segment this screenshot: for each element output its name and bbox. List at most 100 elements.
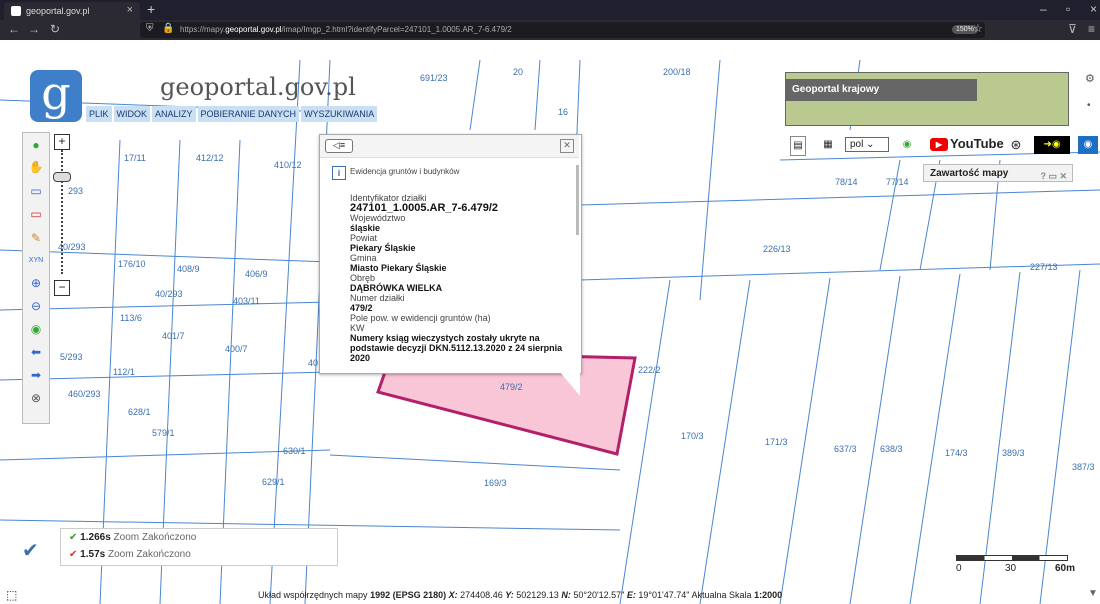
- parcel-attributes: Identyfikator działki 247101_1.0005.AR_7…: [350, 193, 570, 363]
- zoom-slider[interactable]: + −: [52, 132, 72, 307]
- parcel-label: 171/3: [765, 437, 788, 447]
- accessibility-icon[interactable]: ⊛: [1008, 136, 1024, 154]
- menu-analizy[interactable]: ANALIZY: [152, 106, 196, 122]
- parcel-label: 389/3: [1002, 448, 1025, 458]
- globe-icon[interactable]: ◉: [28, 321, 44, 337]
- e-label: E:: [626, 590, 636, 600]
- forward-icon[interactable]: →: [28, 22, 40, 36]
- menu-widok[interactable]: WIDOK: [113, 106, 151, 122]
- minimap-title: Geoportal krajowy: [786, 79, 977, 101]
- parcel-label: 408/9: [177, 264, 200, 274]
- deselect-area-icon[interactable]: ▭: [28, 206, 44, 222]
- menu-plik[interactable]: PLIK: [86, 106, 112, 122]
- address-bar[interactable]: ⛨ 🔒 https://mapy.geoportal.gov.pl/imap/I…: [140, 22, 985, 38]
- parcel-label: 77/14: [886, 177, 909, 187]
- xyn-tool-icon[interactable]: XYN: [28, 253, 44, 269]
- maximize-icon[interactable]: ▫: [1066, 2, 1070, 16]
- favicon-icon: [11, 6, 21, 16]
- layers-panel-header[interactable]: Zawartość mapy ? ▭ ✕: [923, 164, 1073, 182]
- select-area-icon[interactable]: ▭: [28, 183, 44, 199]
- parcel-id-value: 247101_1.0005.AR_7-6.479/2: [350, 202, 499, 214]
- settings-icon[interactable]: ⚙: [1085, 72, 1095, 85]
- back-icon[interactable]: ←: [8, 22, 20, 36]
- parcel-label: 479/2: [500, 382, 523, 392]
- parcel-label: 17/11: [124, 153, 146, 163]
- language-value: pol: [850, 139, 864, 150]
- field-label: Gmina: [350, 253, 377, 263]
- info-tool-icon[interactable]: ●: [28, 137, 44, 153]
- warning-check-icon: ✔: [69, 549, 78, 560]
- print-icon[interactable]: ▤: [790, 136, 806, 156]
- reload-icon[interactable]: ↻: [50, 22, 60, 36]
- arrow-back-icon[interactable]: ⬅: [28, 344, 44, 360]
- parcel-label: 630/1: [283, 446, 306, 456]
- zoom-minus-button[interactable]: −: [54, 280, 70, 296]
- crs-value: 1992 (EPSG 2180): [370, 590, 447, 600]
- youtube-link[interactable]: ▶ YouTube: [930, 136, 1004, 154]
- target-icon[interactable]: ⊗: [28, 390, 44, 406]
- e-value: 19°01'47.74": [638, 590, 690, 600]
- popup-back-button[interactable]: ◁≡: [325, 139, 353, 153]
- help-icon[interactable]: ◉: [900, 136, 914, 154]
- y-label: Y:: [505, 590, 514, 600]
- youtube-label: YouTube: [950, 136, 1004, 151]
- geoportal-logo[interactable]: g: [30, 70, 82, 122]
- popup-scrollbar[interactable]: [576, 165, 579, 235]
- parcel-label: 40/293: [155, 289, 183, 299]
- main-menu: PLIK WIDOK ANALIZY POBIERANIE DANYCH WYSZUKI…: [86, 106, 379, 122]
- tab-close-icon[interactable]: ×: [127, 4, 133, 16]
- status-check-icon[interactable]: ✔: [22, 538, 52, 568]
- request-status-log: ✔ 1.266s Zoom Zakończono ✔ 1.57s Zoom Za…: [60, 528, 338, 566]
- pocket-icon[interactable]: ⊽: [1068, 22, 1077, 36]
- parcel-label: 460/293: [68, 389, 101, 399]
- popup-header: ◁≡ ✕: [320, 135, 579, 158]
- menu-pobieranie-danych[interactable]: POBIERANIE DANYCH: [197, 106, 300, 122]
- lock-icon: 🔒: [162, 23, 175, 34]
- parcel-label: 78/14: [835, 177, 858, 187]
- pencil-icon[interactable]: ✎: [28, 230, 44, 246]
- more-dot-icon[interactable]: •: [1087, 100, 1091, 111]
- eye-icon[interactable]: ◉: [1078, 136, 1098, 154]
- arrow-forward-icon[interactable]: ➡: [28, 367, 44, 383]
- parcel-label: 401/7: [162, 331, 185, 341]
- popup-tail: [560, 372, 580, 396]
- parcel-label: 412/12: [196, 153, 224, 163]
- parcel-label: 200/18: [663, 67, 691, 77]
- parcel-label: 170/3: [681, 431, 704, 441]
- parcel-label: 226/13: [763, 244, 791, 254]
- popup-source-title: Ewidencja gruntów i budynków: [350, 167, 460, 176]
- popup-close-button[interactable]: ✕: [560, 139, 574, 153]
- minimize-icon[interactable]: –: [1040, 2, 1047, 16]
- tab-title: geoportal.gov.pl: [26, 6, 90, 16]
- site-title: geoportal.gov.pl: [160, 73, 356, 101]
- parcel-label: 20: [513, 67, 524, 77]
- window-close-icon[interactable]: ×: [1090, 2, 1097, 16]
- new-tab-button[interactable]: +: [147, 1, 155, 17]
- menu-icon[interactable]: ≡: [1088, 22, 1095, 36]
- wms-icon[interactable]: ▦: [820, 136, 836, 154]
- overview-minimap[interactable]: Geoportal krajowy: [785, 72, 1069, 126]
- fullscreen-icon[interactable]: ⬚: [6, 588, 17, 602]
- menu-wyszukiwania[interactable]: WYSZUKIWANIA: [301, 106, 378, 122]
- zoom-in-icon[interactable]: ⊕: [28, 275, 44, 291]
- parcel-label: 637/3: [834, 444, 857, 454]
- scale-value: 1:2000: [754, 590, 783, 600]
- n-label: N:: [561, 590, 571, 600]
- info-icon: i: [332, 166, 346, 180]
- bookmark-star-icon[interactable]: ☆: [973, 22, 983, 35]
- parcel-info-popup: ◁≡ ✕ i Ewidencja gruntów i budynków Iden…: [319, 134, 582, 374]
- zoom-thumb[interactable]: [53, 172, 71, 182]
- zoom-plus-button[interactable]: +: [54, 134, 70, 150]
- success-check-icon: ✔: [69, 532, 78, 543]
- field-value: Miasto Piekary Śląskie: [350, 263, 447, 273]
- field-value: DĄBRÓWKA WIELKA: [350, 283, 443, 293]
- pan-hand-icon[interactable]: ✋: [28, 159, 44, 175]
- field-value: Piekary Śląskie: [350, 243, 416, 253]
- browser-tab[interactable]: geoportal.gov.pl ×: [4, 2, 140, 20]
- layers-panel-controls[interactable]: ? ▭ ✕: [1040, 167, 1067, 185]
- contrast-icon[interactable]: ➜◉: [1034, 136, 1070, 154]
- scroll-down-icon[interactable]: ▼: [1088, 588, 1098, 599]
- language-select[interactable]: pol ⌄: [845, 137, 889, 152]
- zoom-out-icon[interactable]: ⊖: [28, 298, 44, 314]
- parcel-label: 40: [308, 358, 319, 368]
